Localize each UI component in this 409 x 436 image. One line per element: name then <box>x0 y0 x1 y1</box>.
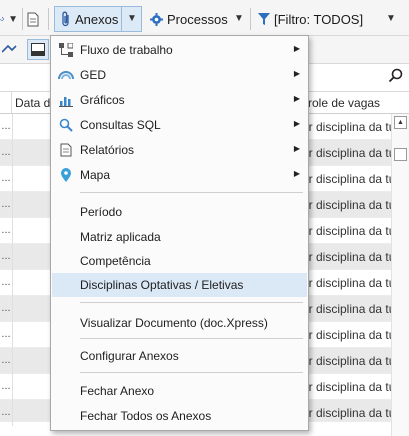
toolbar-divider <box>250 8 251 30</box>
chevron-down-icon: ▼ <box>8 13 18 25</box>
chart-icon <box>58 92 74 108</box>
menu-divider <box>80 302 303 303</box>
select-checkbox[interactable] <box>394 148 407 161</box>
row-cell-text: or disciplina da tur <box>302 380 391 394</box>
chevron-right-icon: ▶ <box>293 69 300 78</box>
row-marker: ... <box>1 406 11 418</box>
chevron-down-icon: ▼ <box>386 13 396 24</box>
search-icon <box>58 117 74 133</box>
chevron-right-icon: ▶ <box>293 169 300 178</box>
menu-divider <box>80 192 303 193</box>
processos-button[interactable]: Processos ▼ <box>150 6 244 32</box>
toolbar-divider <box>48 8 49 30</box>
menu-item-configurar-anexos[interactable]: Configurar Anexos <box>52 344 307 368</box>
row-cell-text: or disciplina da tur <box>302 120 391 134</box>
menu-divider <box>80 338 303 339</box>
chevron-right-icon: ▶ <box>293 94 300 103</box>
menu-item-mapa[interactable]: Mapa ▶ <box>52 163 307 187</box>
processos-label: Processos <box>167 11 228 27</box>
chevron-down-icon: ▼ <box>234 13 244 24</box>
menu-item-fechar-todos[interactable]: Fechar Todos os Anexos <box>52 404 307 428</box>
anexos-label: Anexos <box>75 11 119 27</box>
anexos-button[interactable]: Anexos ▼ <box>54 6 142 32</box>
refresh-icon <box>0 16 4 21</box>
gear-icon <box>150 12 163 26</box>
refresh-caret-button[interactable]: ▼ <box>0 6 18 32</box>
main-toolbar: ▼ Anexos ▼ Processos ▼ [Filtro: TODOS] ▼ <box>0 0 409 36</box>
panel-icon <box>31 43 45 56</box>
filter-icon <box>258 13 270 25</box>
menu-divider <box>80 372 303 373</box>
layout-icon <box>1 44 17 53</box>
vertical-scrollbar[interactable]: ▲ <box>391 114 409 436</box>
row-marker: ... <box>1 302 11 314</box>
menu-item-fluxo-de-trabalho[interactable]: Fluxo de trabalho ▶ <box>52 38 307 62</box>
search-button[interactable] <box>388 68 404 84</box>
row-marker: ... <box>1 380 11 392</box>
row-cell-text: or disciplina da tur <box>302 354 391 368</box>
row-cell-text: or disciplina da tur <box>302 328 391 342</box>
menu-item-consultas-sql[interactable]: Consultas SQL ▶ <box>52 113 307 137</box>
menu-item-periodo[interactable]: Período <box>52 200 307 224</box>
row-cell-text: or disciplina da tur <box>302 276 391 290</box>
row-cell-text: or disciplina da tur <box>302 302 391 316</box>
row-marker: ... <box>1 276 11 288</box>
scroll-up-arrow-icon[interactable]: ▲ <box>394 116 407 129</box>
row-cell-text: or disciplina da tur <box>302 250 391 264</box>
chevron-down-icon: ▼ <box>127 13 137 24</box>
row-cell-text: or disciplina da tur <box>302 198 391 212</box>
row-marker: ... <box>1 354 11 366</box>
row-marker: ... <box>1 328 11 340</box>
row-selector-header <box>0 92 12 114</box>
menu-item-graficos[interactable]: Gráficos ▶ <box>52 88 307 112</box>
anexos-dropdown-menu: Fluxo de trabalho ▶ GED ▶ Gráficos ▶ Con… <box>50 35 309 431</box>
toolbar-divider <box>22 8 23 30</box>
ged-icon <box>58 67 74 83</box>
map-pin-icon <box>58 167 74 183</box>
menu-item-matriz-aplicada[interactable]: Matriz aplicada <box>52 225 307 249</box>
menu-item-relatorios[interactable]: Relatórios ▶ <box>52 138 307 162</box>
menu-item-disciplinas-optativas[interactable]: Disciplinas Optativas / Eletivas <box>52 273 307 297</box>
layout-caret-button[interactable] <box>1 42 18 56</box>
filter-label: [Filtro: TODOS] <box>274 11 364 27</box>
row-marker: ... <box>1 224 11 236</box>
menu-item-competencia[interactable]: Competência <box>52 249 307 273</box>
row-marker: ... <box>1 198 11 210</box>
panel-toggle-button[interactable] <box>27 39 49 60</box>
row-cell-text: or disciplina da tur <box>302 146 391 160</box>
row-marker: ... <box>1 250 11 262</box>
paperclip-icon <box>62 11 69 27</box>
row-cell-text: or disciplina da tur <box>302 172 391 186</box>
row-cell-text: or disciplina da tur <box>302 224 391 238</box>
chevron-right-icon: ▶ <box>293 44 300 53</box>
search-icon <box>388 68 403 83</box>
column-header-control[interactable]: ntrole de vagas <box>298 96 398 110</box>
document-icon <box>27 12 39 26</box>
row-cell-text: or disciplina da tur <box>302 406 391 420</box>
document-button[interactable] <box>27 6 43 32</box>
chevron-right-icon: ▶ <box>293 144 300 153</box>
menu-item-visualizar-documento[interactable]: Visualizar Documento (doc.Xpress) <box>52 311 307 335</box>
menu-item-ged[interactable]: GED ▶ <box>52 63 307 87</box>
report-icon <box>58 142 74 158</box>
filter-button[interactable]: [Filtro: TODOS] ▼ <box>258 6 398 32</box>
row-marker: ... <box>1 146 11 158</box>
chevron-right-icon: ▶ <box>293 119 300 128</box>
row-marker: ... <box>1 172 11 184</box>
menu-item-fechar-anexo[interactable]: Fechar Anexo <box>52 379 307 403</box>
row-marker: ... <box>1 120 11 132</box>
workflow-icon <box>58 42 74 58</box>
